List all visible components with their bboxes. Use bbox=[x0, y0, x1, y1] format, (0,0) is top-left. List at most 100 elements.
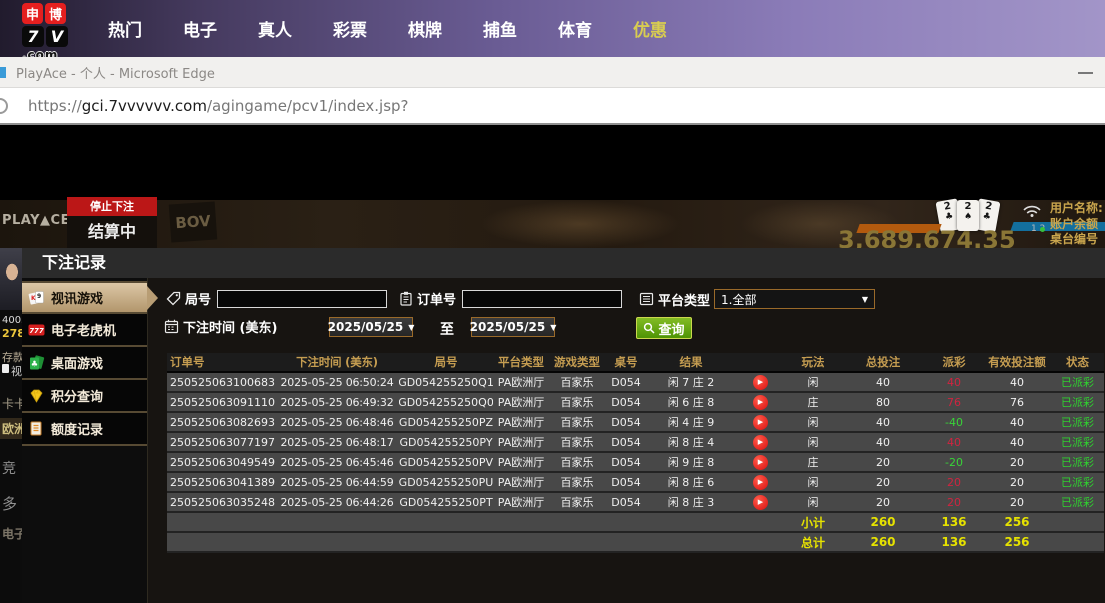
settling-status: 结算中 bbox=[67, 216, 157, 248]
nav-item-7[interactable]: 优惠 bbox=[633, 16, 667, 41]
site-logo[interactable]: 申 博 7 V .com bbox=[22, 3, 72, 62]
cell-status bbox=[1051, 513, 1104, 531]
search-button[interactable]: 查询 bbox=[636, 317, 692, 339]
sidebar-item-label: 电子老虎机 bbox=[51, 320, 116, 339]
replay-button[interactable]: ▶ bbox=[753, 375, 768, 390]
sidebar-item-table-games[interactable]: ♣桌面游戏 bbox=[22, 347, 147, 380]
cell-replay: ▶ bbox=[735, 373, 785, 391]
url-host: gci.7vvvvvv.com bbox=[82, 97, 207, 115]
svg-text:K: K bbox=[31, 295, 36, 302]
tag-icon bbox=[166, 291, 181, 306]
cell-status: 已派彩 bbox=[1051, 453, 1104, 471]
nav-item-0[interactable]: 热门 bbox=[108, 16, 142, 41]
round-number-input[interactable] bbox=[217, 290, 387, 308]
cell-valid-bet: 76 bbox=[983, 393, 1051, 411]
table-header-cell: 订单号 bbox=[167, 354, 275, 370]
cell-status: 已派彩 bbox=[1051, 393, 1104, 411]
date-from-value: 2025/05/25 bbox=[328, 320, 404, 334]
table-header-cell: 平台类型 bbox=[493, 354, 549, 370]
platform-filter-group: 平台类型 1.全部 ▼ bbox=[639, 289, 875, 309]
caret-down-icon: ▼ bbox=[408, 323, 414, 332]
table-header-cell: 下注时间 (美东) bbox=[275, 354, 399, 370]
card-suit: ♣ bbox=[982, 211, 992, 222]
page-reload-icon[interactable] bbox=[0, 98, 8, 114]
cell-bet-type: 闲 bbox=[785, 493, 841, 511]
date-to-value: 2025/05/25 bbox=[470, 320, 546, 334]
window-title: PlayAce - 个人 - Microsoft Edge bbox=[16, 63, 215, 82]
cell-game-type bbox=[549, 513, 605, 531]
cell-order-no bbox=[167, 533, 275, 551]
cell-round-no: GD054255250PY bbox=[399, 433, 493, 451]
cell-round-no: GD054255250PV bbox=[399, 453, 493, 471]
main-nav-menu: 热门 电子 真人 彩票 棋牌 捕鱼 体育 优惠 bbox=[108, 0, 667, 57]
sidebar-item-quota[interactable]: 额度记录 bbox=[22, 413, 147, 446]
svg-text:777: 777 bbox=[29, 327, 44, 335]
minimize-icon[interactable] bbox=[1078, 72, 1093, 74]
cell-table-no: D054 bbox=[605, 473, 647, 491]
summary-label: 小计 bbox=[785, 513, 841, 531]
url-scheme: https:// bbox=[28, 97, 82, 115]
cell-total-bet: 260 bbox=[841, 533, 925, 551]
cell-result: 闲 7 庄 2 bbox=[647, 373, 735, 391]
cell-valid-bet: 40 bbox=[983, 413, 1051, 431]
platform-type-select[interactable]: 1.全部 ▼ bbox=[714, 289, 875, 309]
cell-bet-time: 2025-05-25 06:48:46 bbox=[275, 413, 399, 431]
nav-item-5[interactable]: 捕鱼 bbox=[483, 16, 517, 41]
replay-button[interactable]: ▶ bbox=[753, 395, 768, 410]
sidebar-item-points[interactable]: 积分查询 bbox=[22, 380, 147, 413]
cell-game-type: 百家乐 bbox=[549, 393, 605, 411]
cell-payout: 136 bbox=[925, 513, 983, 531]
edge-window-icon bbox=[0, 67, 6, 78]
casino-video-strip: PLAY▲CE 停止下注 结算中 BOV 2♣2♠2♣ 3,689,674.35… bbox=[0, 200, 1105, 248]
logo-tile-7: 7 bbox=[22, 26, 44, 47]
replay-button[interactable]: ▶ bbox=[753, 475, 768, 490]
bet-time-group: 下注时间 (美东) bbox=[164, 317, 277, 336]
nav-item-4[interactable]: 棋牌 bbox=[408, 16, 442, 41]
table-row: 2505250630495492025-05-25 06:45:46GD0542… bbox=[167, 453, 1104, 473]
cell-total-bet: 80 bbox=[841, 393, 925, 411]
sidebar-item-label: 积分查询 bbox=[51, 386, 103, 405]
nav-item-1[interactable]: 电子 bbox=[183, 16, 217, 41]
order-number-input[interactable] bbox=[462, 290, 622, 308]
card-suit: ♣ bbox=[944, 211, 954, 222]
nav-item-3[interactable]: 彩票 bbox=[333, 16, 367, 41]
cell-total-bet: 40 bbox=[841, 413, 925, 431]
replay-button[interactable]: ▶ bbox=[753, 435, 768, 450]
background-left-item: 多 bbox=[2, 493, 17, 514]
round-label: 局号 bbox=[185, 289, 211, 308]
address-bar[interactable]: https://gci.7vvvvvv.com/agingame/pcv1/in… bbox=[0, 88, 1105, 125]
cell-table-no: D054 bbox=[605, 453, 647, 471]
date-to-select[interactable]: 2025/05/25 ▼ bbox=[471, 317, 555, 337]
cell-order-no: 250525063077197 bbox=[167, 433, 275, 451]
date-range-join-label: 至 bbox=[440, 319, 454, 339]
logo-badges: 申 博 bbox=[22, 3, 72, 24]
replay-button[interactable]: ▶ bbox=[753, 495, 768, 510]
cell-round-no: GD054255250Q1 bbox=[399, 373, 493, 391]
nav-item-2[interactable]: 真人 bbox=[258, 16, 292, 41]
cell-payout: -20 bbox=[925, 453, 983, 471]
summary-label: 总计 bbox=[785, 533, 841, 551]
modal-title: 下注记录 bbox=[22, 248, 1105, 278]
date-from-select[interactable]: 2025/05/25 ▼ bbox=[329, 317, 413, 337]
cell-status: 已派彩 bbox=[1051, 493, 1104, 511]
logo-badge-bo: 博 bbox=[45, 3, 66, 24]
caret-down-icon: ▼ bbox=[862, 295, 868, 304]
replay-button[interactable]: ▶ bbox=[753, 455, 768, 470]
nav-item-6[interactable]: 体育 bbox=[558, 16, 592, 41]
cell-valid-bet: 20 bbox=[983, 473, 1051, 491]
cell-status bbox=[1051, 533, 1104, 551]
cell-total-bet: 20 bbox=[841, 453, 925, 471]
bet-records-modal: 下注记录 K9视讯游戏 777 电子老虎机 ♣桌面游戏积分查询额度记录 局号 bbox=[22, 248, 1105, 603]
replay-button[interactable]: ▶ bbox=[753, 415, 768, 430]
cell-order-no: 250525063041389 bbox=[167, 473, 275, 491]
cell-replay: ▶ bbox=[735, 393, 785, 411]
cell-total-bet: 260 bbox=[841, 513, 925, 531]
cell-platform-type: PA欧洲厅 bbox=[493, 453, 549, 471]
address-url[interactable]: https://gci.7vvvvvv.com/agingame/pcv1/in… bbox=[28, 97, 409, 115]
sidebar-item-slots[interactable]: 777 电子老虎机 bbox=[22, 314, 147, 347]
cell-result: 闲 4 庄 9 bbox=[647, 413, 735, 431]
calendar-icon bbox=[164, 319, 179, 334]
logo-tiles: 7 V bbox=[22, 24, 72, 47]
sidebar-item-video-games[interactable]: K9视讯游戏 bbox=[22, 281, 147, 314]
cell-platform-type: PA欧洲厅 bbox=[493, 433, 549, 451]
